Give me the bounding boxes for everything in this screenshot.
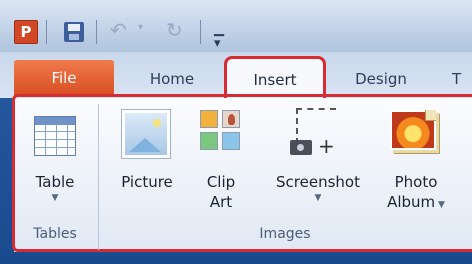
group-label-images: Images [259,226,311,242]
clip-art-button[interactable]: Clip Art [196,172,246,212]
picture-button[interactable]: Picture [112,172,182,192]
table-button[interactable]: Table ▼ [24,172,86,204]
group-label-tables: Tables [33,226,77,242]
undo-icon[interactable]: ↶ [110,18,127,42]
clip-art-icon[interactable] [200,110,242,156]
photo-album-label-line2: Album [387,193,436,211]
clip-art-label-line2: Art [209,193,233,211]
toolbar-separator [200,20,201,44]
quick-access-toolbar: P ↶ ▾ ↻ ▁ ▾ [0,0,472,52]
picture-icon[interactable] [122,110,170,158]
screenshot-button-label: Screenshot [276,173,360,191]
tab-file[interactable]: File [14,60,114,96]
table-icon[interactable] [34,116,76,156]
chevron-down-icon: ▼ [51,193,59,203]
picture-button-label: Picture [121,173,173,191]
tab-transitions[interactable]: T [452,64,472,94]
chevron-down-icon: ▼ [314,193,322,203]
crosshair-icon: + [318,134,335,158]
photo-album-button[interactable]: Photo Album ▼ [376,172,456,215]
tab-insert[interactable]: Insert [224,56,326,98]
powerpoint-logo-icon[interactable]: P [14,20,38,44]
table-button-label: Table [35,173,75,191]
tab-home[interactable]: Home [132,64,212,94]
screenshot-button[interactable]: Screenshot ▼ [266,172,370,204]
toolbar-separator [96,20,97,44]
tab-design[interactable]: Design [336,64,426,94]
camera-icon [290,140,312,155]
redo-icon[interactable]: ↻ [166,18,183,42]
ribbon-tab-bar: File Home Insert Design T [0,52,472,98]
save-icon[interactable] [64,22,84,42]
clip-art-label-line1: Clip [206,173,236,191]
toolbar-separator [46,20,47,44]
group-divider [98,104,99,250]
photo-album-label-line1: Photo [394,173,438,191]
photo-album-icon[interactable] [390,110,436,150]
chevron-down-icon: ▼ [435,200,445,210]
customize-toolbar-icon[interactable]: ▁ ▾ [214,23,224,51]
undo-dropdown-icon[interactable]: ▾ [138,22,143,33]
